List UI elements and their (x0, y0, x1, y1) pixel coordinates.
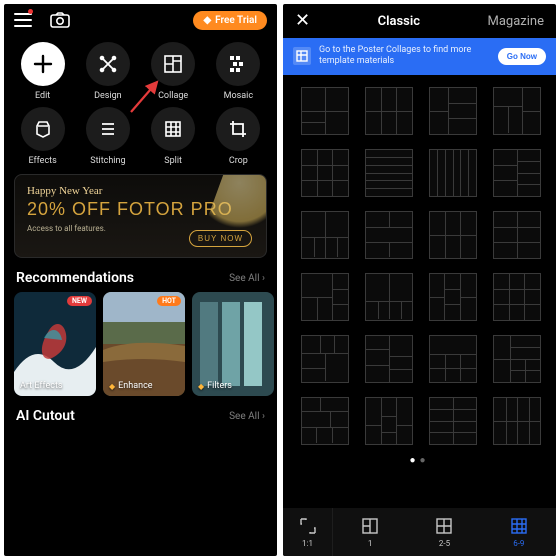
mosaic-icon (216, 42, 260, 86)
tab-label: 1 (368, 539, 373, 548)
collage-header: ✕ Classic Magazine (283, 4, 556, 38)
tool-label: Split (164, 156, 182, 166)
tab-count-6-9[interactable]: 6-9 (482, 508, 556, 556)
layout-option[interactable] (493, 397, 541, 445)
ratio-label: 1:1 (302, 539, 313, 548)
card-enhance[interactable]: HOT ◆Enhance (103, 292, 185, 396)
layout-option[interactable] (365, 87, 413, 135)
tool-stitching[interactable]: Stitching (75, 107, 140, 166)
free-trial-button[interactable]: ◆ Free Trial (193, 11, 267, 30)
tool-mosaic[interactable]: Mosaic (206, 42, 271, 101)
diamond-icon: ◆ (203, 15, 211, 26)
layout-option[interactable] (429, 149, 477, 197)
banner-text: Go to the Poster Collages to find more t… (319, 45, 490, 68)
layout-option[interactable] (493, 211, 541, 259)
top-bar: ◆ Free Trial (4, 4, 277, 36)
layout-option[interactable] (429, 211, 477, 259)
close-icon[interactable]: ✕ (295, 12, 310, 30)
page-indicator: ●● (283, 451, 556, 468)
layout-option[interactable] (301, 397, 349, 445)
layout-option[interactable] (301, 273, 349, 321)
layout-option[interactable] (365, 273, 413, 321)
layout-option[interactable] (301, 87, 349, 135)
section-header-recommendations: Recommendations See All › (4, 258, 277, 292)
card-label: ◆Enhance (109, 381, 153, 391)
tool-split[interactable]: Split (141, 107, 206, 166)
plus-icon (21, 42, 65, 86)
layout-option[interactable] (301, 149, 349, 197)
card-label: Art Effects (20, 381, 63, 391)
bottom-bar: 1:1 1 2-5 6-9 (283, 508, 556, 556)
card-art-effects[interactable]: NEW Art Effects (14, 292, 96, 396)
section-header-ai-cutout: AI Cutout See All › (4, 396, 277, 430)
design-icon (86, 42, 130, 86)
tool-label: Edit (35, 91, 50, 101)
tab-label: 6-9 (513, 539, 524, 548)
poster-banner[interactable]: Go to the Poster Collages to find more t… (283, 38, 556, 75)
see-all-link[interactable]: See All › (229, 273, 265, 284)
layout-option[interactable] (429, 87, 477, 135)
stitching-icon (86, 107, 130, 151)
home-screen: ◆ Free Trial Edit Design Collage (4, 4, 277, 556)
tool-label: Crop (229, 156, 248, 166)
card-filters[interactable]: ◆Filters (192, 292, 274, 396)
tool-crop[interactable]: Crop (206, 107, 271, 166)
promo-banner[interactable]: Happy New Year 20% OFF FOTOR PRO Access … (14, 174, 267, 258)
collage-icon (151, 42, 195, 86)
layout-grid (283, 83, 556, 451)
free-trial-label: Free Trial (215, 15, 257, 26)
tool-label: Design (94, 91, 122, 101)
effects-icon (21, 107, 65, 151)
go-now-button[interactable]: Go Now (498, 48, 546, 65)
camera-icon[interactable] (50, 12, 70, 28)
layout-option[interactable] (301, 335, 349, 383)
tab-classic[interactable]: Classic (378, 14, 420, 29)
tool-label: Mosaic (224, 91, 253, 101)
premium-diamond-icon: ◆ (109, 382, 115, 391)
layout-option[interactable] (365, 335, 413, 383)
layout-option[interactable] (429, 397, 477, 445)
layout-option[interactable] (365, 149, 413, 197)
collage-screen: ✕ Classic Magazine Go to the Poster Coll… (283, 4, 556, 556)
section-title: Recommendations (16, 270, 134, 286)
tab-magazine[interactable]: Magazine (488, 14, 544, 29)
buy-now-button[interactable]: BUY NOW (189, 230, 252, 247)
tool-effects[interactable]: Effects (10, 107, 75, 166)
menu-icon[interactable] (14, 13, 32, 27)
tool-design[interactable]: Design (75, 42, 140, 101)
layout-option[interactable] (493, 87, 541, 135)
tool-label: Stitching (90, 156, 125, 166)
tool-edit[interactable]: Edit (10, 42, 75, 101)
recommendation-cards[interactable]: NEW Art Effects HOT ◆Enhance ◆Filters (4, 292, 277, 396)
notification-dot (28, 9, 33, 14)
tool-label: Effects (28, 156, 56, 166)
layout-option[interactable] (365, 397, 413, 445)
tool-collage[interactable]: Collage (141, 42, 206, 101)
card-label: ◆Filters (198, 381, 232, 391)
layout-option[interactable] (493, 273, 541, 321)
tool-label: Collage (158, 91, 188, 101)
layout-option[interactable] (493, 149, 541, 197)
layout-option[interactable] (493, 335, 541, 383)
see-all-link[interactable]: See All › (229, 411, 265, 422)
split-icon (151, 107, 195, 151)
tab-count-2-5[interactable]: 2-5 (407, 508, 481, 556)
poster-icon (293, 47, 311, 65)
layout-option[interactable] (429, 335, 477, 383)
aspect-ratio-button[interactable]: 1:1 (283, 508, 333, 556)
tab-count-1[interactable]: 1 (333, 508, 407, 556)
section-title: AI Cutout (16, 408, 75, 424)
layout-option[interactable] (429, 273, 477, 321)
tab-label: 2-5 (439, 539, 450, 548)
layout-option[interactable] (365, 211, 413, 259)
tool-grid: Edit Design Collage Mosaic Effects (4, 36, 277, 168)
crop-icon (216, 107, 260, 151)
premium-diamond-icon: ◆ (198, 382, 204, 391)
layout-option[interactable] (301, 211, 349, 259)
badge-hot: HOT (157, 296, 181, 306)
badge-new: NEW (67, 296, 92, 306)
